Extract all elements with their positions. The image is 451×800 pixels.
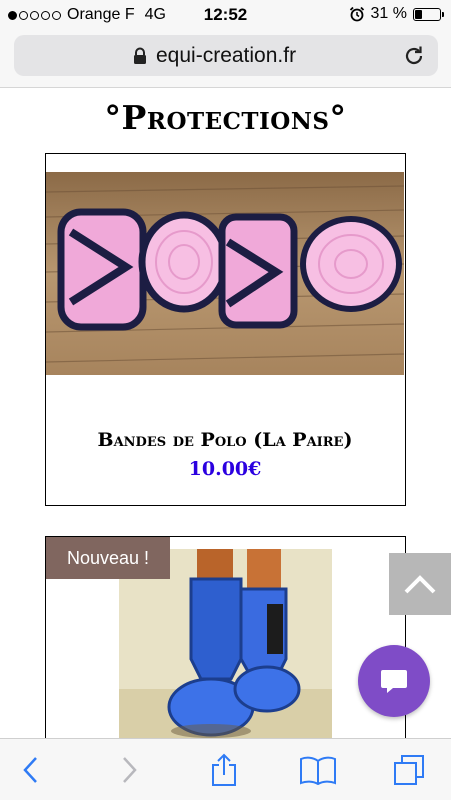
page-title: °Protections° [104,98,347,137]
tabs-icon [394,755,424,785]
product-card[interactable]: Nouveau ! [45,536,406,749]
polo-bandages-photo [46,172,404,375]
battery-fill [415,9,423,19]
tabs-button[interactable] [392,753,426,787]
share-icon [212,753,236,786]
browser-address-area: equi-creation.fr [0,30,451,88]
horse-boots-photo [119,549,332,749]
chevron-up-icon [404,575,436,594]
carrier-name: Orange F [67,6,135,23]
battery-icon [413,7,444,21]
product-card[interactable]: Bandes de Polo (La Paire) 10.00€ [45,153,406,506]
status-bar: Orange F 4G 12:52 31 % [0,0,451,30]
network-type: 4G [144,6,166,23]
new-badge: Nouveau ! [46,537,170,579]
back-button[interactable] [14,753,48,787]
status-left: Orange F 4G [8,6,166,24]
product-price: 10.00€ [188,458,262,480]
address-bar[interactable]: equi-creation.fr [14,35,438,76]
chat-button[interactable] [358,645,430,717]
reload-icon[interactable] [402,44,426,68]
product-image-polo-bandages[interactable] [46,172,404,375]
status-right: 31 % [349,5,444,23]
browser-toolbar [0,738,451,800]
chat-bubble-icon [381,670,407,693]
alarm-icon [349,6,364,22]
signal-dot [19,10,28,20]
signal-dot [41,10,50,20]
signal-dot [30,10,39,20]
signal-dots [8,10,61,20]
forward-button[interactable] [112,753,146,787]
forward-chevron-icon [123,757,137,783]
lock-icon [134,47,146,64]
back-chevron-icon [23,757,37,783]
scroll-to-top-button[interactable] [389,553,451,615]
battery-percent: 31 % [370,5,407,22]
share-button[interactable] [207,753,241,787]
signal-dot [52,10,61,20]
bookmarks-button[interactable] [297,753,339,787]
url-text[interactable]: equi-creation.fr [156,44,296,68]
product-name[interactable]: Bandes de Polo (La Paire) [46,429,404,451]
signal-dot [8,10,17,20]
book-icon [300,756,336,785]
product-image-boots[interactable] [119,549,332,749]
